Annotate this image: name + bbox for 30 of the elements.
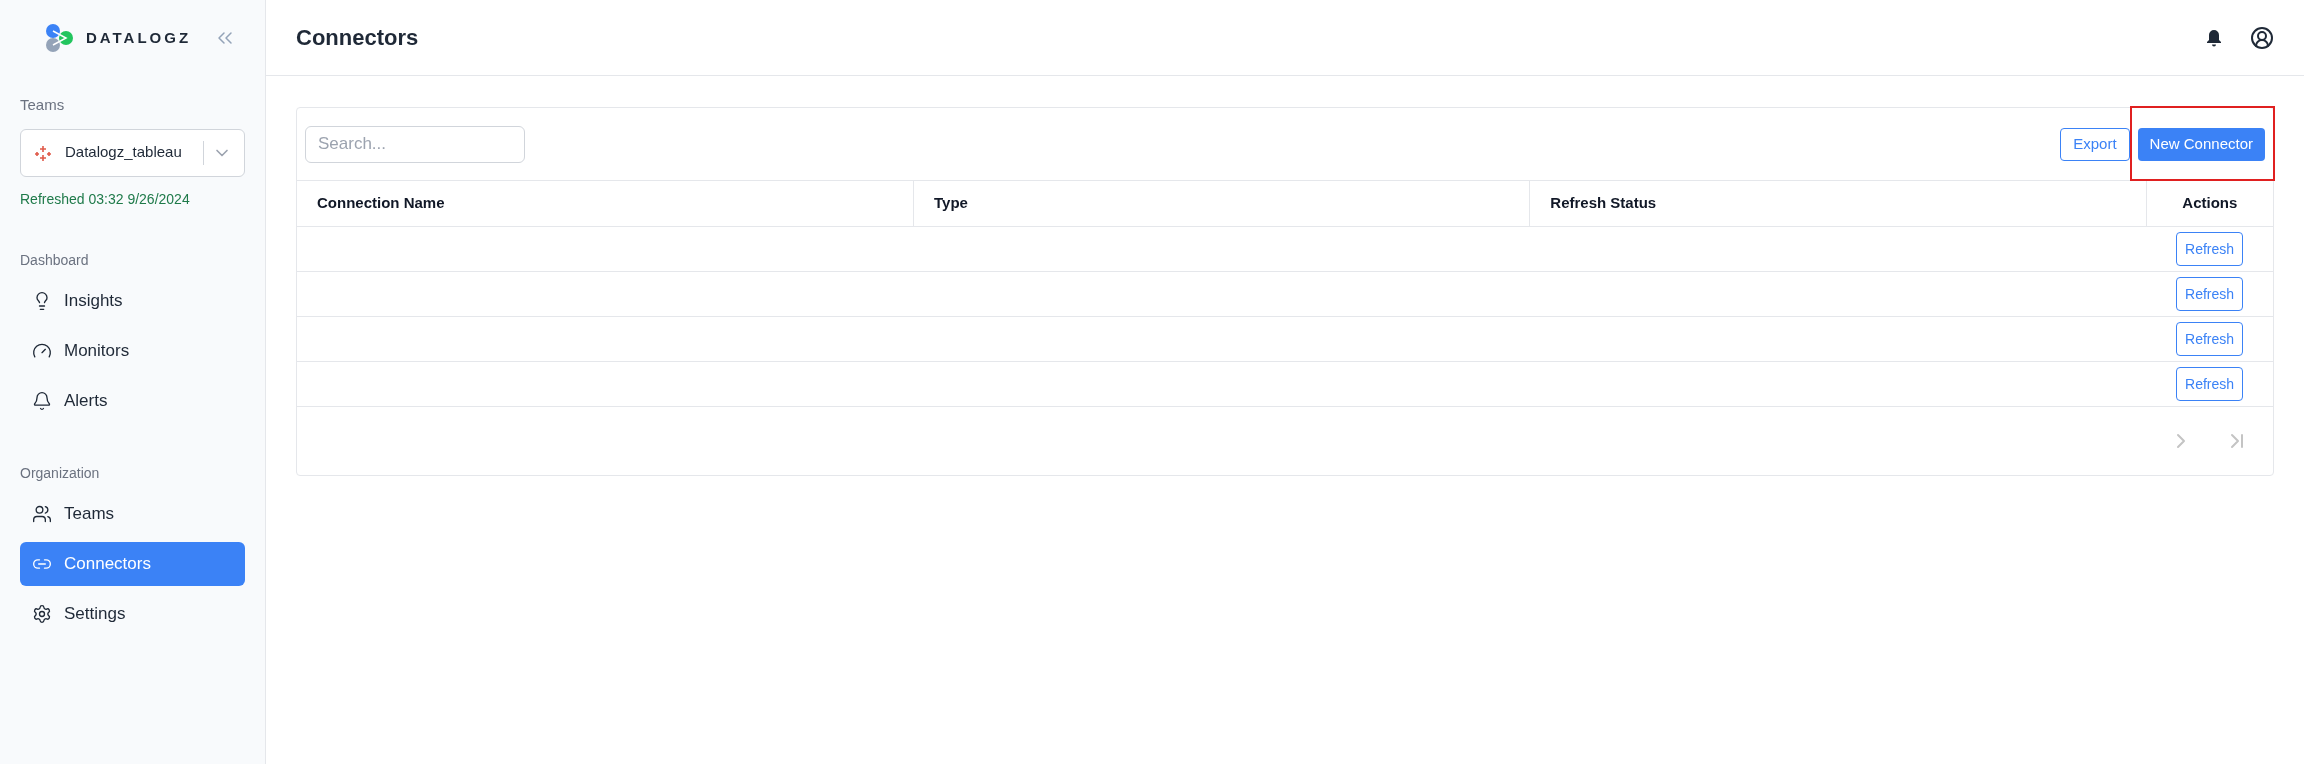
column-header: Refresh Status xyxy=(1529,180,2147,227)
team-select[interactable]: Datalogz_tableau xyxy=(20,128,245,177)
nav-item[interactable]: Alerts xyxy=(20,378,245,423)
settings-icon xyxy=(32,603,52,624)
nav-item[interactable]: Monitors xyxy=(20,328,245,373)
refresh-button[interactable]: Refresh xyxy=(2176,322,2244,356)
column-header: Type xyxy=(913,180,1530,227)
bell-icon[interactable] xyxy=(2206,28,2222,47)
refresh-button[interactable]: Refresh xyxy=(2176,367,2244,401)
search-field[interactable]: Search... xyxy=(305,125,525,163)
export-button[interactable]: Export xyxy=(2060,127,2130,161)
refresh-button[interactable]: Refresh xyxy=(2176,232,2244,266)
logo-text: DATALOGZ xyxy=(86,27,192,48)
section-label: Dashboard xyxy=(20,250,90,270)
section-label: Teams xyxy=(20,95,66,115)
nav-item[interactable]: Connectors xyxy=(20,541,245,586)
page-title: Connectors xyxy=(296,24,419,52)
nav-item[interactable]: Teams xyxy=(20,491,245,536)
section-label: Organization xyxy=(20,463,101,483)
refreshed-text: Refreshed 03:32 9/26/2024 xyxy=(20,189,191,209)
nav-item[interactable]: Insights xyxy=(20,278,245,323)
team-select-value: Datalogz_tableau xyxy=(65,142,183,163)
bell-icon xyxy=(32,390,52,411)
nav-item[interactable]: Settings xyxy=(20,591,245,636)
account-icon[interactable] xyxy=(2250,25,2274,50)
refresh-button[interactable]: Refresh xyxy=(2176,277,2244,311)
users-icon xyxy=(32,503,52,524)
column-header: Connection Name xyxy=(297,180,914,227)
column-header: Actions xyxy=(2146,180,2273,227)
new-connector-button[interactable]: New Connector xyxy=(2137,127,2265,161)
